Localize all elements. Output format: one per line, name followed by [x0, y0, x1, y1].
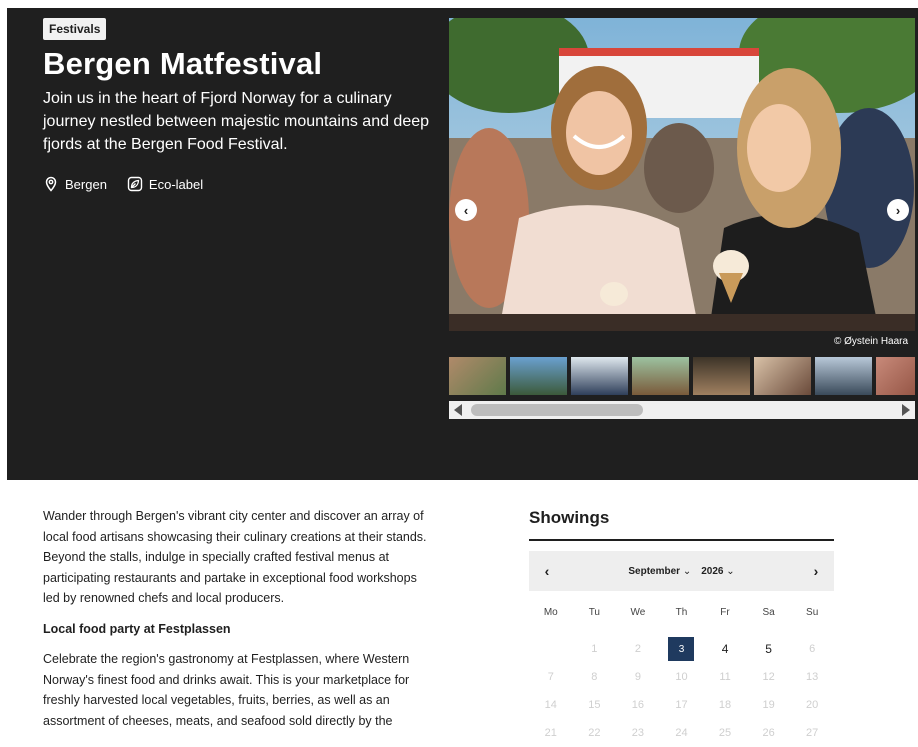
location-label: Bergen — [65, 176, 107, 192]
calendar-day: 20 — [806, 699, 819, 711]
calendar-day: 13 — [806, 671, 819, 683]
event-description: Wander through Bergen's vibrant city cen… — [43, 506, 433, 741]
calendar-day: 1 — [591, 643, 598, 655]
calendar-day: 14 — [544, 699, 557, 711]
thumbnail[interactable] — [510, 357, 567, 395]
page-title: Bergen Matfestival — [43, 46, 323, 81]
divider — [529, 539, 834, 541]
location-meta[interactable]: Bergen — [43, 176, 107, 192]
month-select[interactable]: September ⌄ — [628, 566, 691, 577]
scroll-thumb[interactable] — [471, 404, 643, 416]
weekday-label: Sa — [762, 607, 775, 618]
lead-text: Join us in the heart of Fjord Norway for… — [43, 90, 430, 153]
calendar-day: 7 — [547, 671, 554, 683]
year-select[interactable]: 2026 ⌄ — [701, 566, 734, 577]
eco-label-meta[interactable]: Eco-label — [127, 176, 203, 192]
description-paragraph: Wander through Bergen's vibrant city cen… — [43, 509, 427, 605]
calendar-day: 24 — [675, 727, 688, 739]
thumbnail[interactable] — [876, 357, 915, 395]
festival-photo — [449, 18, 915, 331]
chevron-down-icon: ⌄ — [726, 565, 735, 577]
thumbnail[interactable] — [754, 357, 811, 395]
calendar-week: 14 15 16 17 18 19 20 — [529, 691, 834, 719]
prev-month-button[interactable]: ‹ — [539, 563, 555, 579]
photo-credit: © Øystein Haara — [834, 336, 909, 347]
gallery-next-button[interactable]: › — [887, 199, 909, 221]
calendar-day: 17 — [675, 699, 688, 711]
calendar-day: 8 — [591, 671, 598, 683]
calendar-day — [529, 635, 573, 663]
weekday-label: Mo — [543, 607, 558, 618]
thumbnail[interactable] — [449, 357, 506, 395]
calendar-day: 25 — [718, 727, 732, 739]
event-meta: Bergen Eco-label — [43, 176, 203, 192]
calendar-day: 26 — [762, 727, 775, 739]
calendar-day: 15 — [588, 699, 601, 711]
section-heading: Local food party at Festplassen — [43, 621, 231, 636]
calendar-day: 23 — [631, 727, 645, 739]
calendar-day: 18 — [718, 699, 732, 711]
weekday-label: Fr — [720, 607, 730, 618]
calendar-header: ‹ September ⌄ 2026 ⌄ › — [529, 551, 834, 591]
calendar-week: 1 2 345 6 — [529, 635, 834, 663]
thumbnail[interactable] — [815, 357, 872, 395]
weekday-label: Tu — [588, 607, 600, 618]
thumbnail-strip — [449, 357, 915, 395]
calendar-day: 10 — [675, 671, 688, 683]
weekday-label: Su — [806, 607, 819, 618]
category-badge[interactable]: Festivals — [43, 18, 107, 40]
weekday-label: Th — [675, 607, 688, 618]
weekday-header: Mo Tu We Th Fr Sa Su — [529, 607, 834, 618]
calendar-day[interactable]: 3 — [660, 635, 704, 663]
gallery-main-image[interactable]: ‹ › — [449, 18, 915, 331]
scroll-right-icon[interactable] — [902, 404, 910, 416]
next-month-button[interactable]: › — [808, 563, 824, 579]
thumbnail[interactable] — [571, 357, 628, 395]
calendar-grid: 1 2 3 4 5 6 7 8 9 10 11 12 13 14 15 16 17 18 19 20 21 22 23 24 2… — [529, 635, 834, 747]
weekday-label: We — [630, 607, 646, 618]
calendar-day: 9 — [634, 671, 641, 683]
calendar-week: 21 22 23 24 25 26 27 — [529, 719, 834, 747]
leaf-icon — [127, 176, 143, 192]
calendar-week: 7 8 9 10 11 12 13 — [529, 663, 834, 691]
description-paragraph: Celebrate the region's gastronomy at Fes… — [43, 652, 410, 728]
calendar-day: 12 — [762, 671, 775, 683]
calendar-day[interactable]: 5 — [747, 635, 791, 663]
chevron-down-icon: ⌄ — [682, 565, 692, 577]
calendar-day: 6 — [809, 643, 816, 655]
location-pin-icon — [45, 176, 57, 192]
gallery-prev-button[interactable]: ‹ — [455, 199, 477, 221]
thumbnail[interactable] — [693, 357, 750, 395]
thumbnail-scrollbar[interactable] — [449, 401, 915, 419]
month-year-selects: September ⌄ 2026 ⌄ — [628, 566, 734, 577]
calendar-day: 2 — [634, 643, 641, 655]
thumbnail[interactable] — [632, 357, 689, 395]
calendar-day: 22 — [588, 727, 601, 739]
calendar-day: 11 — [719, 671, 731, 683]
showings-title: Showings — [529, 508, 610, 527]
calendar-day: 27 — [806, 727, 819, 739]
scroll-left-icon[interactable] — [454, 404, 462, 416]
calendar-day: 21 — [544, 727, 557, 739]
eco-label-text: Eco-label — [148, 176, 204, 192]
calendar-day: 16 — [631, 699, 645, 711]
calendar-day[interactable]: 4 — [703, 635, 747, 663]
calendar-day: 19 — [762, 699, 775, 711]
